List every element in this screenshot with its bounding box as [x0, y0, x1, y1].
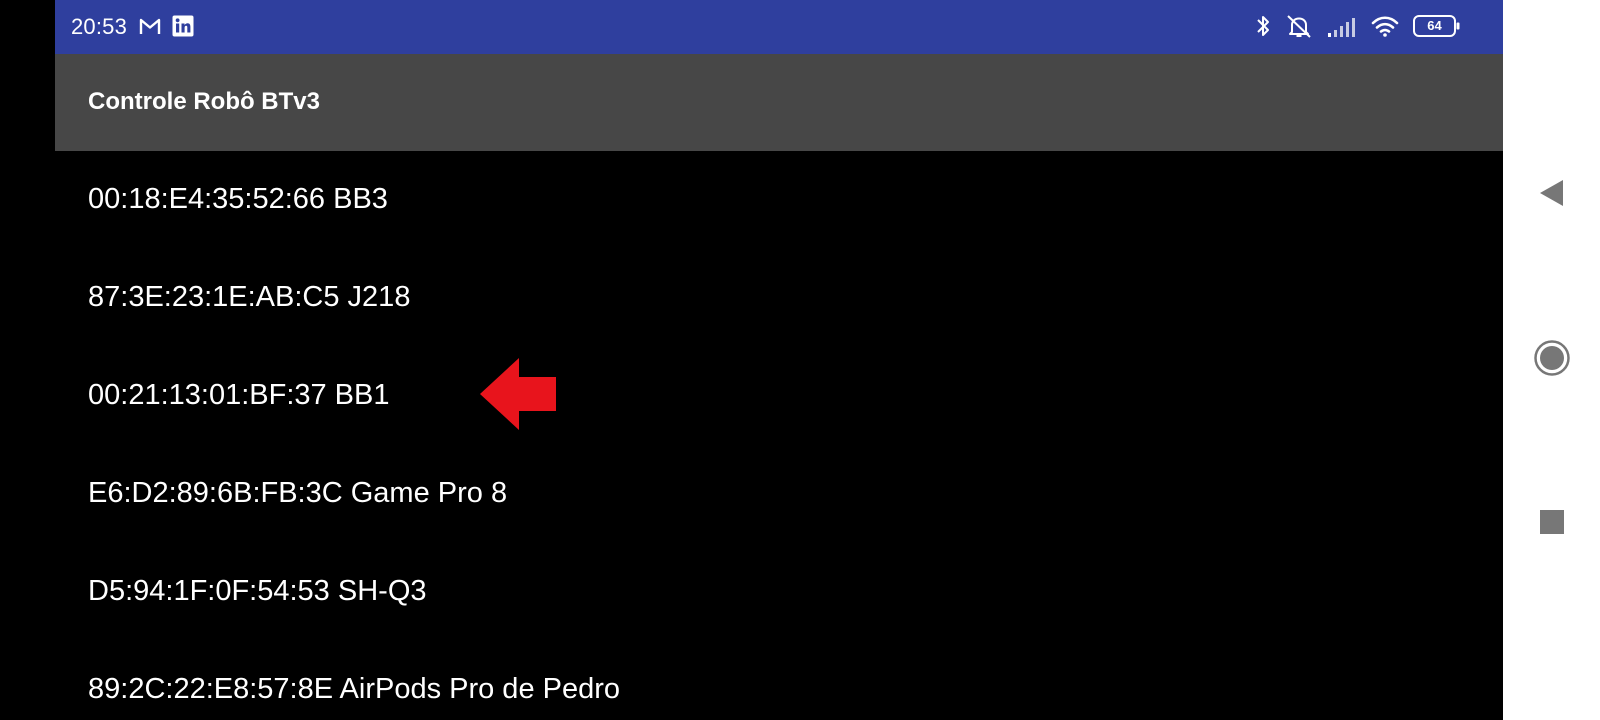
- paired-devices-list: 00:18:E4:35:52:66 BB3 87:3E:23:1E:AB:C5 …: [55, 151, 1503, 720]
- app-toolbar: Controle Robô BTv3: [55, 54, 1503, 151]
- device-label: 00:21:13:01:BF:37 BB1: [88, 379, 390, 411]
- device-label: 89:2C:22:E8:57:8E AirPods Pro de Pedro: [88, 673, 621, 705]
- linkedin-icon: [172, 15, 194, 37]
- signal-icon: [1327, 15, 1357, 37]
- back-button[interactable]: [1503, 160, 1600, 230]
- device-item[interactable]: 00:18:E4:35:52:66 BB3: [55, 151, 1503, 249]
- app-window: 20:53 64 Controle Robô BTv3 00:18:E4:35:…: [55, 0, 1503, 720]
- device-item[interactable]: 87:3E:23:1E:AB:C5 J218: [55, 249, 1503, 347]
- app-title: Controle Robô BTv3: [88, 88, 320, 115]
- device-item[interactable]: D5:94:1F:0F:54:53 SH-Q3: [55, 543, 1503, 641]
- wifi-icon: [1371, 15, 1399, 37]
- battery-level: 64: [1427, 18, 1442, 33]
- phone-screen: 20:53 64 Controle Robô BTv3 00:18:E4:35:…: [0, 0, 1600, 720]
- back-icon: [1538, 178, 1566, 213]
- device-item[interactable]: 00:21:13:01:BF:37 BB1: [55, 347, 1503, 445]
- home-button[interactable]: [1503, 325, 1600, 395]
- notification-icons: [139, 15, 194, 37]
- battery-icon: 64: [1413, 14, 1461, 38]
- red-arrow-left-icon: [480, 358, 556, 432]
- bluetooth-icon: [1255, 13, 1271, 39]
- system-status-icons: 64: [1255, 13, 1461, 39]
- status-bar: 20:53 64: [55, 0, 1503, 54]
- home-icon: [1533, 339, 1571, 382]
- alarm-off-icon: [1285, 13, 1313, 39]
- device-label: D5:94:1F:0F:54:53 SH-Q3: [88, 575, 427, 607]
- device-item[interactable]: E6:D2:89:6B:FB:3C Game Pro 8: [55, 445, 1503, 543]
- recents-icon: [1539, 509, 1565, 540]
- recents-button[interactable]: [1503, 489, 1600, 559]
- device-label: E6:D2:89:6B:FB:3C Game Pro 8: [88, 477, 508, 509]
- device-item[interactable]: 89:2C:22:E8:57:8E AirPods Pro de Pedro: [55, 641, 1503, 720]
- navigation-bar: [1503, 0, 1600, 720]
- device-label: 00:18:E4:35:52:66 BB3: [88, 183, 388, 215]
- gmail-icon: [139, 18, 161, 35]
- status-time: 20:53: [71, 14, 128, 39]
- device-label: 87:3E:23:1E:AB:C5 J218: [88, 281, 411, 313]
